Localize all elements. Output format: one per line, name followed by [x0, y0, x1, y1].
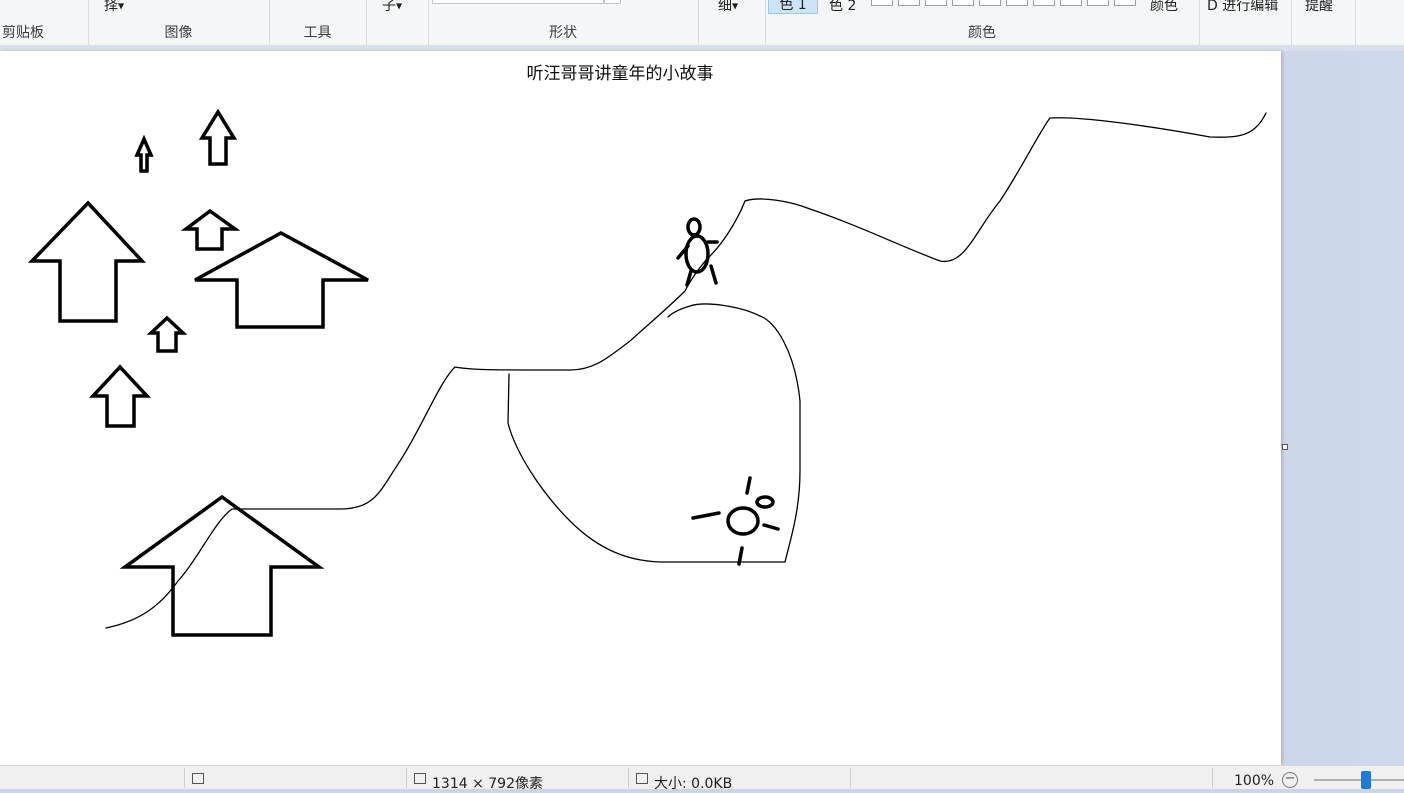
status-bar: 1314 × 792像素 大小: 0.0KB 100% − [0, 765, 1404, 792]
color2-button[interactable]: 色 2 [829, 0, 856, 15]
image-group: 择▼ 图像 [88, 0, 270, 45]
colors-group-label: 颜色 [968, 25, 996, 41]
edit-colors-button[interactable]: 颜色 [1150, 0, 1178, 15]
arrow-shape [146, 315, 188, 353]
select-button-label: 择 [104, 0, 118, 14]
arrow-shape [198, 108, 238, 166]
color-swatch[interactable] [1060, 0, 1082, 6]
tools-group: 工具 [269, 0, 367, 45]
color-swatch[interactable] [979, 0, 1001, 6]
selection-rectangle-icon [192, 773, 204, 784]
selection-size-indicator [192, 773, 210, 789]
clipboard-group: 剪贴板 [0, 0, 89, 45]
size-button-label: 细 [718, 0, 732, 14]
color1-button[interactable]: 色 1 [768, 0, 818, 14]
edit-with-paint3d-button[interactable]: D 进行编辑 [1207, 0, 1278, 15]
tools-group-label: 工具 [303, 25, 332, 41]
file-size-text: 大小: 0.0KB [654, 776, 733, 792]
chevron-down-icon: ▼ [396, 1, 403, 11]
canvas-dimensions: 1314 × 792像素 [414, 773, 543, 793]
brushes-group: 子▼ [366, 0, 429, 45]
stick-figure [676, 217, 719, 287]
paint3d-group: D 进行编辑 [1199, 0, 1292, 45]
mountain-path-line [105, 112, 1267, 629]
brushes-button-label: 子 [382, 0, 396, 14]
cave-figure [691, 476, 780, 566]
color-swatch[interactable] [925, 0, 947, 6]
canvas-resize-handle[interactable] [1282, 444, 1288, 450]
color-swatch[interactable] [1114, 0, 1136, 6]
shapes-group-label: 形状 [549, 25, 577, 41]
clipboard-group-label: 剪贴板 [2, 25, 44, 41]
status-separator [406, 768, 407, 788]
product-alert-button[interactable]: 提醒 [1305, 0, 1333, 15]
color-swatch[interactable] [952, 0, 974, 6]
drawing-layer [27, 108, 1267, 637]
canvas-size-icon [414, 773, 426, 784]
color-swatch[interactable] [871, 0, 893, 6]
disk-icon [636, 773, 648, 784]
status-separator [184, 768, 185, 788]
zoom-slider-track[interactable] [1314, 779, 1404, 781]
color-swatch[interactable] [1087, 0, 1109, 6]
arrow-shape [88, 364, 152, 428]
shapes-group: 形状 [428, 0, 699, 45]
chevron-down-icon: ▼ [732, 1, 739, 11]
canvas-title-text: 听汪哥哥讲童年的小故事 [526, 64, 714, 84]
file-size: 大小: 0.0KB [636, 773, 732, 793]
zoom-out-button[interactable]: − [1282, 772, 1298, 788]
arrow-shape [180, 208, 241, 251]
ribbon: 剪贴板 择▼ 图像 工具 子▼ 形状 细▼ 颜色 色 1 色 2 颜色 D 进行… [0, 0, 1404, 46]
size-group: 细▼ [698, 0, 766, 45]
brushes-button[interactable]: 子▼ [382, 0, 402, 15]
canvas-dimensions-text: 1314 × 792像素 [432, 776, 543, 792]
arrow-shape [134, 134, 154, 173]
shapes-gallery[interactable] [432, 0, 604, 4]
chevron-down-icon: ▼ [118, 1, 125, 11]
drawing-canvas[interactable]: 听汪哥哥讲童年的小故事 [0, 51, 1281, 765]
image-group-label: 图像 [164, 25, 193, 41]
color-swatch[interactable] [898, 0, 920, 6]
zoom-slider-thumb[interactable] [1361, 771, 1371, 789]
status-separator [628, 768, 629, 788]
status-separator [850, 768, 851, 788]
select-button[interactable]: 择▼ [104, 0, 124, 15]
shapes-gallery-scroll[interactable] [604, 0, 621, 4]
color-swatch[interactable] [1033, 0, 1055, 6]
status-separator [1212, 768, 1213, 788]
workspace: 听汪哥哥讲童年的小故事 [0, 51, 1404, 765]
size-button[interactable]: 细▼ [718, 0, 738, 15]
zoom-level: 100% [1234, 773, 1275, 789]
alert-group: 提醒 [1291, 0, 1356, 45]
color-swatch[interactable] [1006, 0, 1028, 6]
arrow-shape [27, 200, 147, 323]
